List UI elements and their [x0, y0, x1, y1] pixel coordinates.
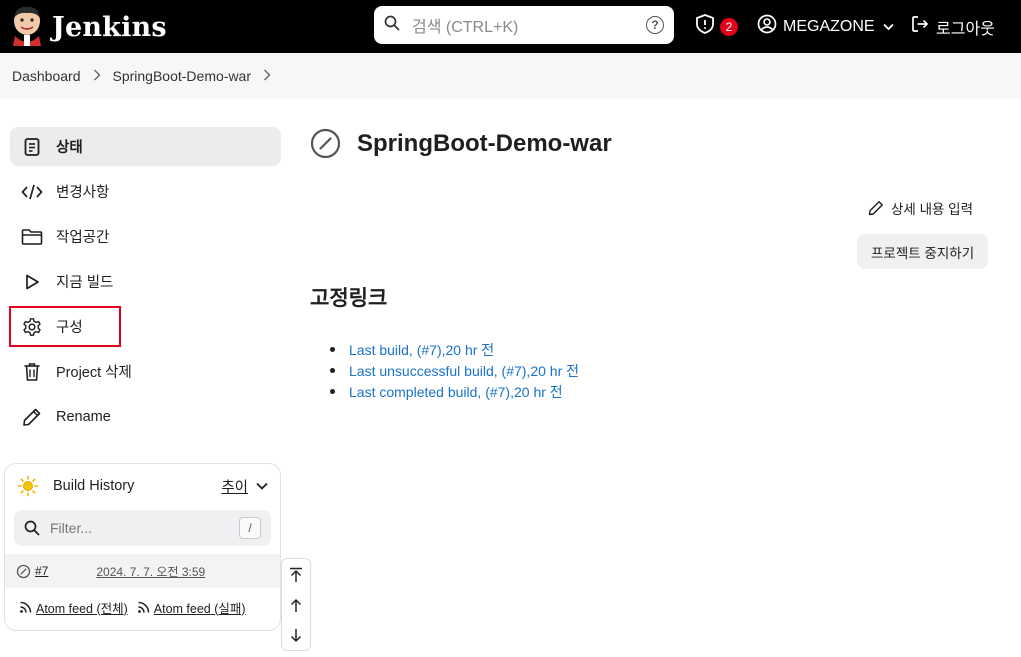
history-scroll-controls: [281, 558, 311, 651]
sidebar-item-label: 작업공간: [56, 230, 110, 246]
scroll-up-icon[interactable]: [289, 598, 303, 613]
logout-link[interactable]: 로그아웃: [910, 0, 995, 53]
permalinks-list: Last build, (#7),20 hr 전 Last unsuccessf…: [330, 339, 579, 402]
help-icon[interactable]: ?: [646, 16, 664, 34]
edit-description-button[interactable]: 상세 내용 입력: [868, 198, 973, 218]
disabled-status-icon: [310, 128, 341, 159]
folder-icon: [20, 225, 44, 249]
build-filter-box[interactable]: Filter... /: [14, 510, 271, 546]
pencil-icon: [868, 200, 884, 216]
sidebar-item-status[interactable]: 상태: [10, 127, 281, 166]
search-icon: [384, 15, 400, 36]
security-button[interactable]: 2: [694, 0, 738, 53]
sidebar-item-rename[interactable]: Rename: [10, 397, 281, 436]
top-header: Jenkins 검색 (CTRL+K) ? 2 MEGAZONE 로그아웃: [0, 0, 1021, 53]
build-row[interactable]: #7 2024. 7. 7. 오전 3:59: [5, 554, 280, 588]
disable-project-button[interactable]: 프로젝트 중지하기: [857, 234, 989, 269]
build-history-title: Build History: [53, 478, 135, 494]
user-name: MEGAZONE: [783, 17, 875, 35]
sidebar-item-changes[interactable]: 변경사항: [10, 172, 281, 211]
sidebar-item-label: Project 삭제: [56, 365, 132, 381]
build-number-link[interactable]: #7: [35, 564, 48, 578]
jenkins-logo-link[interactable]: Jenkins: [10, 4, 167, 51]
trash-icon: [20, 360, 44, 384]
jenkins-butler-icon: [10, 4, 44, 51]
list-item: Last build, (#7),20 hr 전: [330, 339, 579, 360]
trend-link[interactable]: 추이: [221, 476, 248, 497]
permalink-last-completed-build[interactable]: Last completed build, (#7),20 hr 전: [349, 382, 563, 402]
chevron-down-icon: [882, 18, 894, 36]
page-title: SpringBoot-Demo-war: [310, 128, 612, 159]
search-input[interactable]: 검색 (CTRL+K): [412, 13, 646, 37]
list-item: Last completed build, (#7),20 hr 전: [330, 381, 579, 402]
search-icon: [24, 520, 40, 536]
pencil-icon: [20, 405, 44, 429]
permalink-last-build[interactable]: Last build, (#7),20 hr 전: [349, 340, 494, 360]
sidebar-item-label: 변경사항: [56, 185, 110, 201]
permalink-last-unsuccessful-build[interactable]: Last unsuccessful build, (#7),20 hr 전: [349, 361, 579, 381]
user-icon: [757, 14, 777, 39]
sidebar-item-delete-project[interactable]: Project 삭제: [10, 352, 281, 391]
scroll-down-icon[interactable]: [289, 628, 303, 643]
build-history-card: Build History 추이 Filter... / #7 2024. 7.…: [4, 463, 281, 631]
chevron-down-icon[interactable]: [256, 478, 268, 494]
sidebar-item-label: 상태: [56, 140, 83, 156]
list-item: Last unsuccessful build, (#7),20 hr 전: [330, 360, 579, 381]
rss-icon: [19, 601, 32, 614]
build-filter-input[interactable]: Filter...: [50, 520, 239, 536]
build-date-link[interactable]: 2024. 7. 7. 오전 3:59: [96, 563, 205, 580]
sidebar-item-label: 구성: [56, 320, 83, 336]
project-name: SpringBoot-Demo-war: [357, 129, 612, 157]
chevron-right-icon[interactable]: [263, 68, 271, 84]
shield-icon: [694, 13, 716, 40]
sidebar-item-build-now[interactable]: 지금 빌드: [10, 262, 281, 301]
atom-feeds: Atom feed (전체) Atom feed (실패): [5, 588, 280, 626]
logout-icon: [910, 14, 930, 39]
side-panel: 상태 변경사항 작업공간 지금 빌드 구성 Project 삭제 Rename: [9, 127, 281, 442]
gear-icon: [20, 315, 44, 339]
security-badge: 2: [720, 17, 738, 36]
sidebar-item-label: Rename: [56, 408, 111, 425]
atom-feed-all-link[interactable]: Atom feed (전체): [36, 598, 128, 617]
bullet: [330, 389, 335, 394]
app-title: Jenkins: [52, 12, 167, 43]
breadcrumb-project[interactable]: SpringBoot-Demo-war: [113, 68, 252, 84]
sidebar-item-workspace[interactable]: 작업공간: [10, 217, 281, 256]
permalinks-heading: 고정링크: [310, 287, 388, 310]
breadcrumb: Dashboard SpringBoot-Demo-war: [0, 53, 1021, 99]
filter-shortcut-key: /: [239, 517, 261, 539]
status-icon: [20, 135, 44, 159]
code-icon: [20, 180, 44, 204]
sidebar-item-configure[interactable]: 구성: [9, 306, 121, 347]
sun-icon: [17, 475, 39, 497]
atom-feed-failed-link[interactable]: Atom feed (실패): [154, 598, 246, 617]
rss-icon: [137, 601, 150, 614]
bullet: [330, 347, 335, 352]
play-icon: [20, 270, 44, 294]
sidebar-item-label: 지금 빌드: [56, 275, 114, 291]
breadcrumb-dashboard[interactable]: Dashboard: [12, 68, 81, 84]
edit-description-label: 상세 내용 입력: [891, 202, 974, 217]
build-status-icon: [16, 564, 31, 579]
build-history-header: Build History 추이: [5, 464, 280, 508]
user-menu[interactable]: MEGAZONE: [757, 0, 894, 53]
search-box[interactable]: 검색 (CTRL+K) ?: [374, 6, 674, 44]
bullet: [330, 368, 335, 373]
logout-label: 로그아웃: [936, 20, 995, 38]
scroll-top-icon[interactable]: [289, 567, 303, 583]
chevron-right-icon[interactable]: [93, 68, 101, 84]
